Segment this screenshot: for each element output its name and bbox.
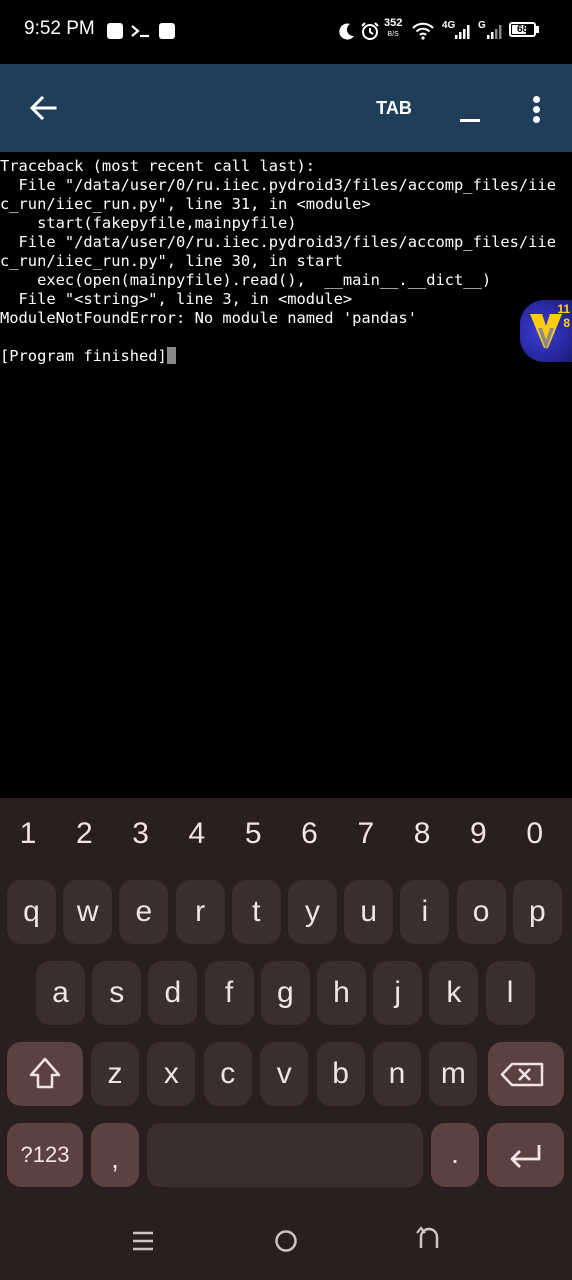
terminal-output[interactable]: Traceback (most recent call last): File … [0, 152, 572, 798]
key-w[interactable]: w [63, 880, 113, 944]
status-time: 9:52 PM [24, 18, 95, 39]
notification-square-icon [159, 23, 175, 39]
more-options-button[interactable] [522, 88, 552, 128]
key-m[interactable]: m [429, 1042, 478, 1106]
terminal-error-line: ModuleNotFoundError: No module named 'pa… [0, 309, 417, 327]
terminal-line: File "/data/user/0/ru.iiec.pydroid3/file… [0, 176, 556, 194]
backspace-key[interactable] [488, 1042, 564, 1106]
terminal-icon [131, 25, 149, 38]
text-cursor [166, 347, 176, 364]
home-icon[interactable] [273, 1228, 299, 1254]
more-vertical-icon [533, 96, 540, 103]
key-x[interactable]: x [147, 1042, 196, 1106]
more-vertical-icon-dot [533, 116, 540, 123]
tab-key-button[interactable]: TAB [364, 92, 424, 124]
key-z[interactable]: z [91, 1042, 139, 1106]
key-c[interactable]: c [203, 1042, 252, 1106]
more-vertical-icon-dot [533, 106, 540, 113]
net-speed: 352 B/S [384, 17, 403, 39]
backspace-icon [500, 1062, 544, 1087]
enter-icon [510, 1145, 541, 1168]
network-g-label: G [478, 20, 486, 31]
terminal-line: c_run/iiec_run.py", line 31, in <module> [0, 195, 371, 213]
key-r[interactable]: r [175, 880, 225, 944]
key-h[interactable]: h [317, 961, 366, 1025]
recents-icon[interactable] [130, 1228, 156, 1254]
key-f[interactable]: f [204, 961, 254, 1025]
back-icon[interactable] [416, 1226, 442, 1252]
key-l[interactable]: l [485, 961, 535, 1025]
terminal-line: exec(open(mainpyfile).read(), __main__._… [0, 271, 492, 289]
key-v[interactable]: v [260, 1042, 309, 1106]
key-b[interactable]: b [316, 1042, 365, 1106]
symbols-key[interactable]: ?123 [7, 1123, 83, 1187]
terminal-line: start(fakepyfile,mainpyfile) [0, 214, 297, 232]
comma-key[interactable]: , [91, 1123, 139, 1187]
net-speed-unit: B/S [387, 31, 399, 38]
key-6[interactable]: 6 [286, 802, 334, 866]
key-o[interactable]: o [456, 880, 506, 944]
key-e[interactable]: e [119, 880, 169, 944]
program-finished-text: [Program finished] [0, 347, 167, 365]
key-2[interactable]: 2 [60, 802, 108, 866]
notification-square-icon [107, 23, 123, 39]
key-p[interactable]: p [512, 880, 562, 944]
key-8[interactable]: 8 [398, 802, 446, 866]
status-bar: 9:52 PM 352 B/S 4G G 68 [0, 0, 572, 64]
v-logo-icon [530, 314, 562, 350]
key-i[interactable]: i [400, 880, 450, 944]
terminal-line: File "<string>", line 3, in <module> [0, 290, 353, 308]
moon-icon [339, 23, 354, 40]
key-j[interactable]: j [373, 961, 423, 1025]
terminal-status-line: [Program finished] [0, 347, 176, 366]
net-speed-value: 352 [384, 17, 403, 29]
terminal-line: c_run/iiec_run.py", line 30, in start [0, 252, 343, 270]
enter-key[interactable] [487, 1123, 564, 1187]
underscore-key-button[interactable] [452, 88, 488, 128]
key-g[interactable]: g [260, 961, 310, 1025]
underscore-icon [460, 119, 480, 122]
key-d[interactable]: d [148, 961, 198, 1025]
key-9[interactable]: 9 [454, 802, 502, 866]
key-y[interactable]: y [288, 880, 337, 944]
bubble-badge-bottom: 8 [563, 316, 570, 330]
key-n[interactable]: n [373, 1042, 421, 1106]
app-toolbar: TAB [0, 64, 572, 152]
wifi-icon [412, 22, 434, 40]
terminal-line: File "/data/user/0/ru.iiec.pydroid3/file… [0, 233, 556, 251]
key-3[interactable]: 3 [117, 802, 165, 866]
period-key[interactable]: . [431, 1123, 479, 1187]
alarm-icon [361, 22, 379, 40]
signal-icon [487, 25, 502, 39]
space-key[interactable] [147, 1123, 423, 1187]
bubble-badge-top: 11 [557, 302, 570, 316]
soft-keyboard: 1234567890 qwertyuiop asdfghjkl zxcvbnm … [0, 798, 572, 1280]
key-4[interactable]: 4 [173, 802, 221, 866]
key-q[interactable]: q [7, 880, 56, 944]
arrow-left-icon [29, 95, 57, 121]
key-u[interactable]: u [344, 880, 394, 944]
key-5[interactable]: 5 [229, 802, 277, 866]
key-k[interactable]: k [429, 961, 479, 1025]
key-t[interactable]: t [231, 880, 281, 944]
key-1[interactable]: 1 [4, 802, 52, 866]
floating-app-bubble[interactable]: 11 8 [520, 300, 572, 362]
shift-key[interactable] [7, 1042, 83, 1106]
signal-icon [455, 25, 470, 39]
back-button[interactable] [22, 86, 66, 130]
key-a[interactable]: a [36, 961, 85, 1025]
key-7[interactable]: 7 [342, 802, 390, 866]
battery-level: 68 [516, 24, 529, 35]
key-s[interactable]: s [92, 961, 142, 1025]
battery-tip [536, 26, 539, 33]
battery-icon: 68 [509, 22, 536, 37]
key-0[interactable]: 0 [511, 802, 559, 866]
shift-icon [29, 1057, 61, 1089]
terminal-line: Traceback (most recent call last): [0, 157, 316, 175]
